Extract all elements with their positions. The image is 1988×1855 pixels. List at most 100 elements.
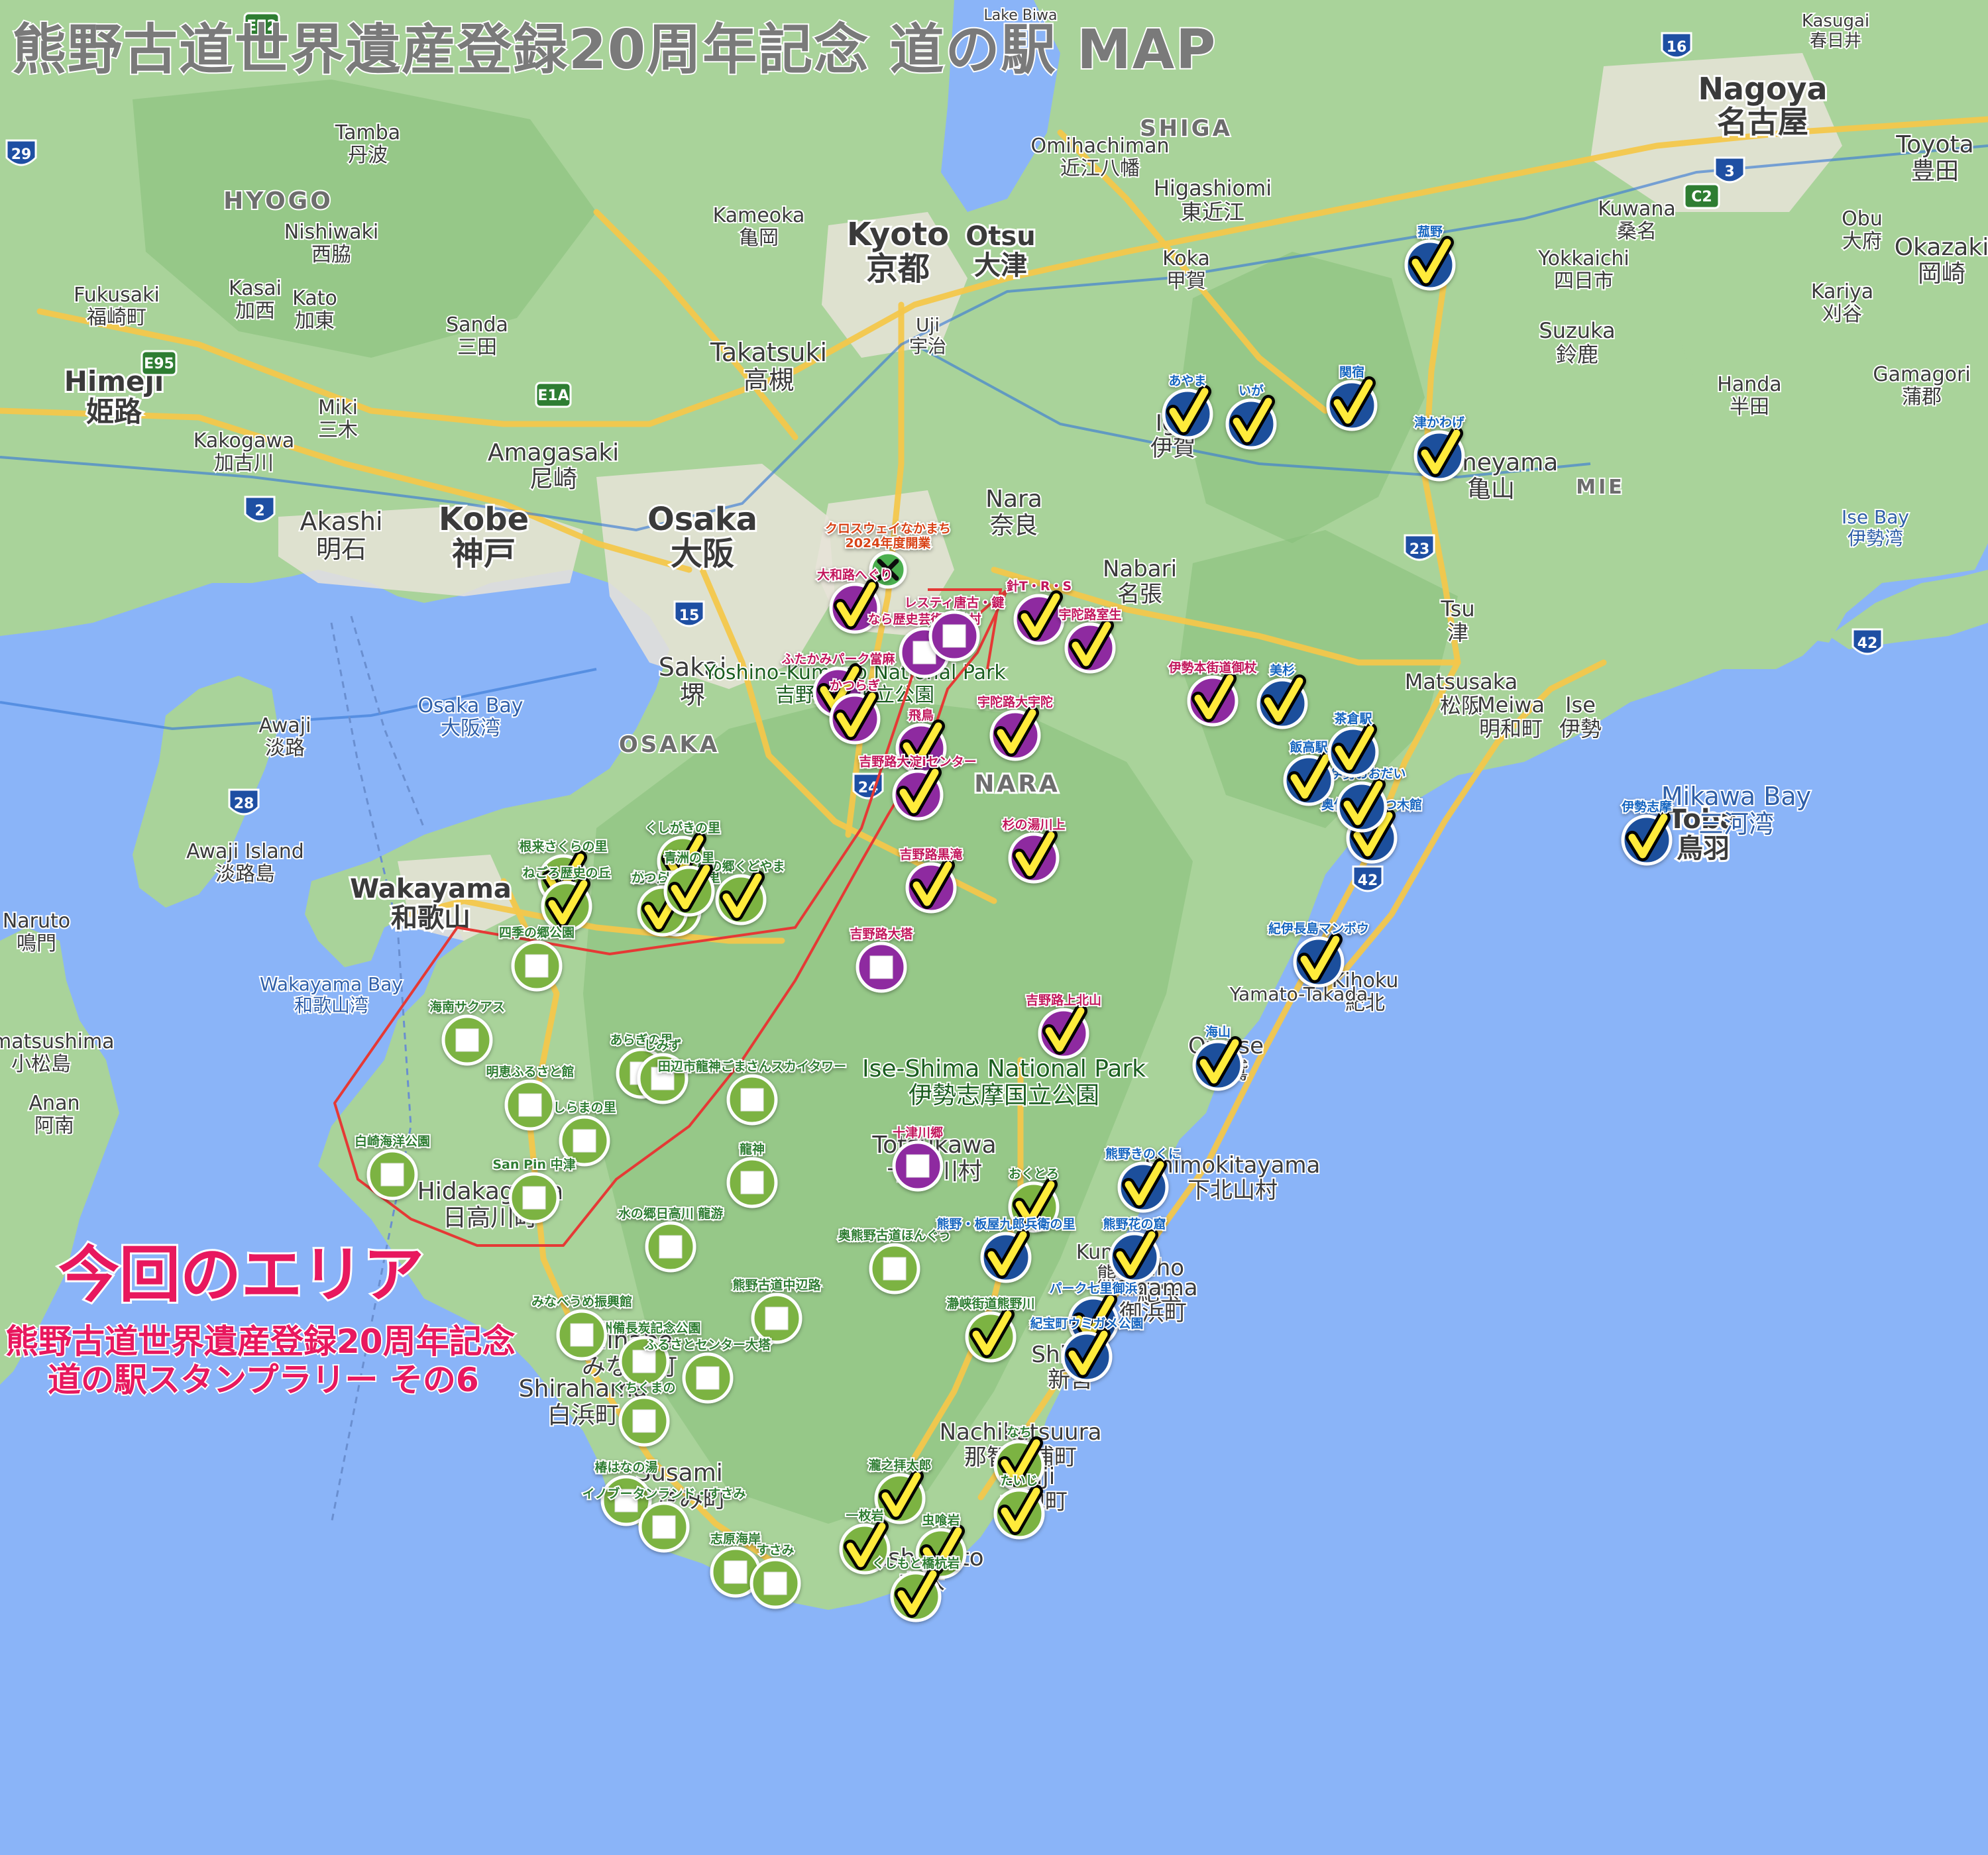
- unvisited-square-icon: [518, 1093, 542, 1117]
- unvisited-square-icon: [652, 1515, 676, 1539]
- route-shield-29: 29: [5, 139, 37, 166]
- station-name: 海南サクアス: [429, 999, 505, 1014]
- station-name: おくとろ: [1009, 1167, 1059, 1181]
- place-label-nara: Nara奈良: [984, 484, 1044, 541]
- svg-text:Kariya: Kariya: [1811, 280, 1873, 303]
- svg-text:堺: 堺: [680, 680, 705, 710]
- station-pin[interactable]: 青洲の里: [663, 849, 716, 917]
- svg-text:岡崎: 岡崎: [1918, 260, 1965, 288]
- unvisited-square-icon: [573, 1129, 596, 1153]
- svg-text:高槻: 高槻: [744, 366, 794, 395]
- station-name: ふるさとセンター大塔: [645, 1337, 771, 1352]
- svg-text:大津: 大津: [974, 250, 1027, 281]
- station-name: 針T・R・S: [1007, 578, 1072, 594]
- svg-text:Handa: Handa: [1717, 373, 1781, 396]
- route-shield-2: 2: [244, 496, 276, 523]
- svg-text:42: 42: [1358, 873, 1378, 889]
- svg-text:Kakogawa: Kakogawa: [193, 429, 295, 452]
- svg-text:鈴鹿: 鈴鹿: [1556, 342, 1598, 367]
- svg-text:E95: E95: [144, 356, 174, 372]
- station-pin[interactable]: 津かわげ: [1413, 413, 1466, 482]
- route-shield-15: 15: [673, 600, 705, 627]
- svg-text:伊勢志摩国立公園: 伊勢志摩国立公園: [909, 1082, 1099, 1109]
- station-name: San Pin 中津: [492, 1157, 575, 1172]
- svg-text:Wakayama: Wakayama: [350, 874, 512, 904]
- station-pin[interactable]: 飯高駅: [1283, 738, 1335, 806]
- svg-text:Nabari: Nabari: [1103, 556, 1177, 582]
- svg-text:Ise-Shima National Park: Ise-Shima National Park: [862, 1055, 1146, 1083]
- station-name: 吉野路大淀iセンター: [859, 754, 977, 769]
- station-pin[interactable]: かつらぎ: [828, 676, 881, 745]
- svg-text:Toyota: Toyota: [1895, 131, 1973, 158]
- station-pin[interactable]: あやま: [1162, 372, 1213, 440]
- svg-text:Wakayama Bay: Wakayama Bay: [260, 973, 403, 995]
- svg-text:28: 28: [234, 796, 254, 812]
- unvisited-square-icon: [659, 1235, 683, 1259]
- svg-text:加西: 加西: [235, 299, 275, 323]
- unvisited-square-icon: [906, 1154, 930, 1178]
- station-pin[interactable]: 伊勢志摩: [1620, 798, 1673, 866]
- svg-text:Suzuka: Suzuka: [1539, 318, 1615, 343]
- svg-text:福崎町: 福崎町: [87, 306, 146, 329]
- svg-text:Takatsuki: Takatsuki: [710, 338, 827, 367]
- svg-text:Mikawa Bay: Mikawa Bay: [1661, 782, 1811, 811]
- map-canvas[interactable]: Lake Biwa Kasugai春日井Nagoya名古屋Toyota豊田Obu大…: [0, 0, 1988, 1855]
- station-name: 吉野路大塔: [850, 926, 913, 941]
- svg-text:亀岡: 亀岡: [739, 227, 779, 250]
- map-title: 熊野古道世界遺産登録20周年記念 道の駅 MAP: [11, 17, 1217, 83]
- station-name: かつらぎ: [830, 678, 880, 693]
- svg-text:尼崎: 尼崎: [529, 466, 577, 493]
- station-name: 椿はなの湯: [594, 1459, 657, 1475]
- station-pin[interactable]: すさみ: [749, 1542, 801, 1609]
- station-name: クロスウェイなかまち: [825, 521, 951, 536]
- svg-text:Nagoya: Nagoya: [1698, 71, 1827, 107]
- svg-text:NARA: NARA: [974, 770, 1060, 798]
- unvisited-square-icon: [696, 1366, 720, 1390]
- unvisited-square-icon: [380, 1163, 404, 1187]
- svg-text:Otsu: Otsu: [966, 221, 1035, 252]
- route-shield-23: 23: [1404, 534, 1435, 561]
- svg-text:津: 津: [1447, 620, 1468, 645]
- svg-text:Miki: Miki: [318, 396, 358, 419]
- svg-text:Kuwana: Kuwana: [1598, 197, 1676, 221]
- place-label-mie: MIE: [1574, 474, 1624, 500]
- place-label-meiwa: Meiwa明和町: [1476, 691, 1546, 743]
- station-name: 菰野: [1417, 224, 1443, 239]
- route-shield-E95: E95: [140, 350, 178, 376]
- station-name: 四季の郷公園: [499, 925, 575, 940]
- svg-text:Sanda: Sanda: [446, 313, 508, 337]
- svg-text:Okazaki: Okazaki: [1895, 234, 1988, 261]
- svg-text:HYOGO: HYOGO: [223, 187, 333, 215]
- svg-text:大府: 大府: [1842, 230, 1882, 253]
- svg-text:半田: 半田: [1730, 396, 1769, 419]
- station-pin[interactable]: 茶倉駅: [1327, 710, 1379, 778]
- area-subtitle-rally: 道の駅スタンプラリー その6: [46, 1359, 480, 1401]
- route-shield-16: 16: [1661, 32, 1692, 59]
- unvisited-square-icon: [883, 1257, 907, 1281]
- svg-text:C2: C2: [1691, 189, 1712, 205]
- svg-text:春日井: 春日井: [1810, 31, 1861, 51]
- svg-text:OSAKA: OSAKA: [619, 731, 720, 758]
- station-pin[interactable]: 十津川郷: [891, 1124, 944, 1192]
- station-name: イノブータンランド・すさみ: [582, 1486, 746, 1501]
- place-label-awaji: Awaji淡路: [258, 713, 313, 761]
- unvisited-square-icon: [522, 1186, 546, 1210]
- route-shield-42: 42: [1851, 628, 1883, 655]
- svg-text:豊田: 豊田: [1911, 158, 1959, 185]
- station-name: 熊野花の窟: [1103, 1216, 1166, 1232]
- svg-text:大阪: 大阪: [671, 535, 734, 572]
- svg-text:42: 42: [1857, 635, 1878, 652]
- place-label-nara: NARA: [972, 768, 1060, 800]
- svg-text:Awaji Island: Awaji Island: [186, 840, 304, 863]
- station-name: 紀宝町ウミガメ公園: [1030, 1316, 1143, 1331]
- route-shield-42: 42: [1352, 865, 1384, 892]
- svg-text:名張: 名張: [1117, 581, 1162, 608]
- station-name: 瀧之拝太郎: [868, 1458, 931, 1473]
- station-pin[interactable]: たいじ: [993, 1472, 1045, 1540]
- svg-text:明和町: 明和町: [1479, 716, 1543, 741]
- svg-text:Nara: Nara: [985, 486, 1042, 513]
- station-name: 伊勢志摩: [1621, 799, 1672, 814]
- place-label-miki: Miki三木: [317, 395, 359, 443]
- station-name: しみず: [643, 1038, 681, 1053]
- station-name: ねごろ歴史の丘: [522, 865, 610, 880]
